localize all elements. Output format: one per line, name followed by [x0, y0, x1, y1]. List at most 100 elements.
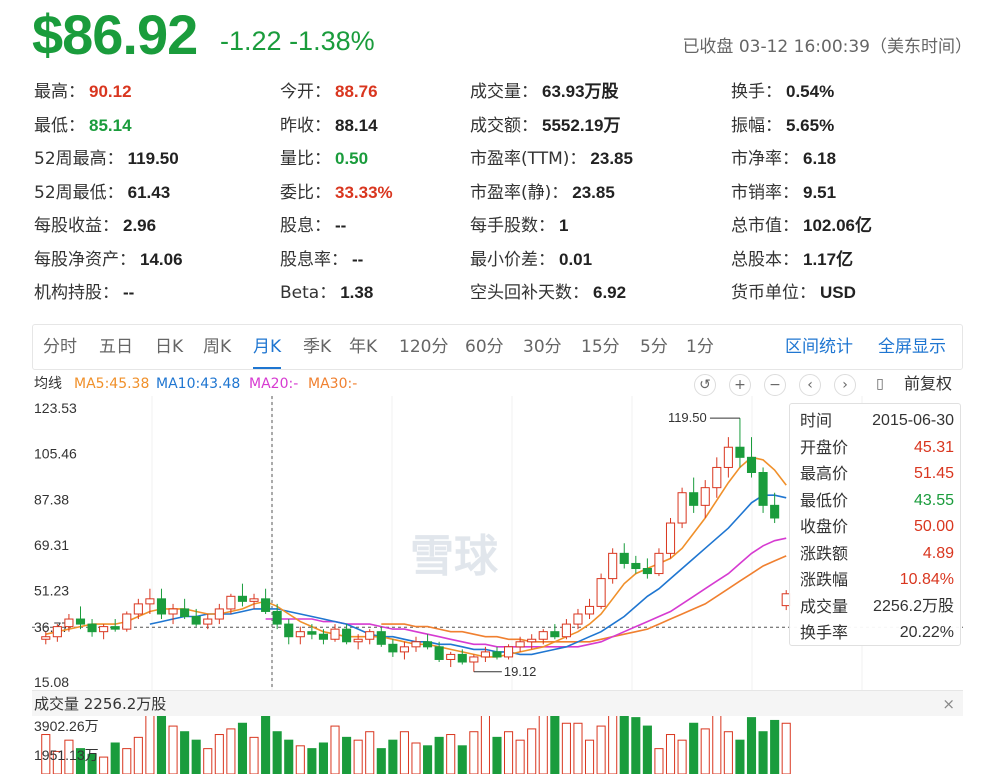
- volume-bar: [156, 716, 167, 774]
- candle-body: [561, 623, 571, 638]
- tab-3[interactable]: 周K: [203, 325, 231, 369]
- tab-5[interactable]: 季K: [303, 325, 331, 369]
- stat-item: 今开： 88.76: [280, 78, 378, 106]
- candle-body: [642, 568, 652, 575]
- tooltip-key: 开盘价: [800, 437, 849, 457]
- stat-value: 14.06: [140, 249, 183, 269]
- volume-bar: [584, 739, 595, 774]
- volume-bar: [295, 745, 305, 774]
- candle-body: [411, 641, 421, 648]
- stat-value: 6.92: [593, 283, 627, 302]
- volume-bar: [411, 742, 421, 774]
- tab-9[interactable]: 30分: [523, 325, 562, 369]
- stat-value: 6.18: [803, 149, 837, 168]
- candle-body: [388, 643, 398, 653]
- stat-value: --: [352, 249, 364, 269]
- candle-body: [99, 626, 109, 633]
- price-change-amount: -1.22: [220, 26, 282, 56]
- tab-11[interactable]: 5分: [640, 325, 668, 369]
- candle-body: [87, 623, 97, 633]
- current-price: $86.92: [32, 3, 198, 66]
- stat-label: 机构持股：: [34, 283, 119, 303]
- tooltip-key: 收盘价: [800, 517, 849, 536]
- candle-body: [492, 651, 502, 658]
- stat-item: 每股净资产： 14.06: [34, 246, 183, 274]
- stat-label: 52周最低：: [34, 182, 124, 203]
- tab-12[interactable]: 1分: [686, 325, 714, 369]
- tooltip-value: 2015-06-30: [872, 412, 954, 429]
- volume-bar: [573, 722, 583, 774]
- candle-body: [365, 631, 375, 640]
- undo-icon[interactable]: ↺: [694, 374, 716, 396]
- stat-value: --: [335, 216, 347, 235]
- candle-body: [399, 646, 409, 653]
- volume-bar: [550, 716, 560, 774]
- stat-item: 52周最高： 119.50: [34, 145, 179, 173]
- y-tick-label: 15.08: [34, 674, 69, 690]
- candle-body: [353, 638, 363, 643]
- range-stats-link[interactable]: 区间统计: [785, 325, 853, 369]
- candle-body: [284, 623, 294, 638]
- zoom-in-icon[interactable]: +: [729, 374, 751, 396]
- candle-body: [203, 618, 213, 625]
- candle-body: [41, 636, 51, 640]
- tab-4[interactable]: 月K: [253, 325, 282, 369]
- max-price-label: 119.50: [668, 410, 707, 425]
- candle-body: [75, 618, 86, 625]
- candle-body: [122, 613, 132, 630]
- stat-label: 市盈率(TTM)：: [470, 149, 587, 169]
- close-volume-icon[interactable]: ×: [942, 691, 955, 717]
- stat-label: 市销率：: [731, 182, 799, 203]
- stat-label: 市净率：: [731, 149, 799, 169]
- volume-bar: [353, 739, 363, 774]
- tab-2[interactable]: 日K: [155, 325, 183, 369]
- volume-bar: [307, 748, 317, 774]
- min-price-label: 19.12: [504, 664, 537, 679]
- fullscreen-link[interactable]: 全屏显示: [878, 325, 946, 369]
- candle-body: [746, 456, 757, 474]
- tab-7[interactable]: 120分: [399, 325, 448, 369]
- adjust-label[interactable]: 前复权: [904, 372, 952, 396]
- tab-10[interactable]: 15分: [581, 325, 620, 369]
- volume-bar: [272, 731, 282, 774]
- tab-6[interactable]: 年K: [349, 325, 377, 369]
- candle-body: [504, 646, 514, 658]
- volume-bar: [261, 716, 271, 774]
- stat-label: 今开：: [280, 82, 331, 102]
- tooltip-value: 50.00: [913, 518, 954, 535]
- candle-body: [700, 487, 710, 506]
- candle-body: [469, 656, 479, 663]
- volume-bar: [469, 731, 479, 774]
- tooltip-row-low: 最低价 43.55: [800, 488, 954, 514]
- stat-label: 最低：: [34, 115, 85, 136]
- zoom-out-icon[interactable]: −: [764, 374, 786, 396]
- candle-body: [168, 608, 178, 615]
- candle-body: [677, 492, 687, 524]
- volume-bar: [284, 739, 294, 774]
- volume-bar: [214, 734, 224, 774]
- tab-8[interactable]: 60分: [465, 325, 504, 369]
- candle-body: [295, 631, 305, 638]
- stat-item: 货币单位： USD: [731, 279, 856, 307]
- candle-body: [631, 562, 641, 570]
- tooltip-row-open: 开盘价 45.31: [800, 435, 954, 461]
- volume-bar: [596, 725, 606, 774]
- next-icon[interactable]: ›: [834, 374, 856, 396]
- stat-item: 振幅： 5.65%: [731, 112, 834, 140]
- volume-bar: [446, 734, 456, 774]
- stat-item: 总市值： 102.06亿: [731, 212, 872, 240]
- stat-label: 每手股数：: [470, 216, 555, 236]
- candle-body: [307, 631, 317, 635]
- prev-icon[interactable]: ‹: [799, 374, 821, 396]
- stat-label: 最高：: [34, 82, 85, 102]
- stat-value: 33.33%: [335, 182, 393, 202]
- tooltip-row-high: 最高价 51.45: [800, 461, 954, 487]
- candle-icon[interactable]: ▯: [869, 374, 891, 396]
- candle-body: [52, 626, 62, 638]
- tab-0[interactable]: 分时: [43, 325, 77, 369]
- tooltip-key: 换手率: [800, 623, 849, 642]
- tab-1[interactable]: 五日: [99, 325, 133, 369]
- stat-item: 量比： 0.50: [280, 145, 368, 173]
- volume-bar: [781, 722, 791, 774]
- candle-body: [261, 598, 271, 612]
